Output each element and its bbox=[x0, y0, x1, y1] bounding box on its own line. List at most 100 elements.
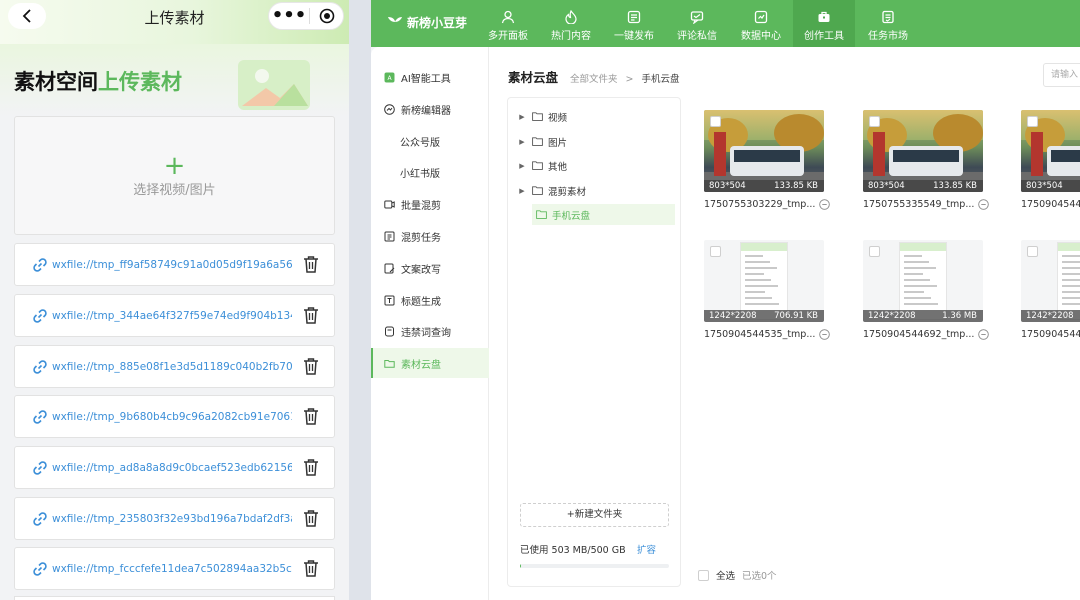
nav-item-1[interactable]: 多开面板 bbox=[477, 0, 539, 47]
trash-icon[interactable] bbox=[302, 255, 320, 274]
screenshot-line bbox=[1062, 297, 1080, 299]
trash-icon[interactable] bbox=[302, 559, 320, 578]
file-name: 1750755303229_tmp... bbox=[704, 199, 816, 210]
nav-item-5[interactable]: 数据中心 bbox=[730, 0, 792, 47]
trash-icon[interactable] bbox=[302, 509, 320, 528]
sidebar-item-ai-tools[interactable]: A AI智能工具 bbox=[371, 62, 489, 92]
nav-item-label: 一键发布 bbox=[614, 31, 654, 42]
tree-item[interactable]: ▶ 其他 bbox=[516, 155, 673, 176]
nav-item-4[interactable]: 评论私信 bbox=[666, 0, 728, 47]
tree-item[interactable]: ▶ 混剪素材 bbox=[516, 180, 673, 201]
app-logo[interactable]: 新榜小豆芽 bbox=[387, 14, 467, 31]
folder-tree: ▶ 视频 ▶ 图片 ▶ 其他 ▶ 混剪素材 手机云盘 +新建文件夹 已使用 503 MB/500… bbox=[507, 97, 681, 587]
file-thumbnail[interactable]: 1242*2208 1.36 MB bbox=[863, 240, 983, 322]
file-size: 133.85 KB bbox=[933, 181, 977, 191]
miniprogram-panel: 上传素材 ••• 素材空间上传素材 + 选择视频/图片 wxfile://tmp… bbox=[0, 0, 349, 600]
file-checkbox[interactable] bbox=[869, 116, 880, 127]
caret-right-icon[interactable]: ▶ bbox=[516, 187, 528, 195]
select-all-checkbox[interactable] bbox=[698, 569, 709, 581]
sidebar-item-title-generate[interactable]: 标题生成 bbox=[371, 285, 489, 315]
screenshot-line bbox=[904, 285, 937, 287]
nav-item-6[interactable]: 创作工具 bbox=[793, 0, 855, 47]
trash-icon[interactable] bbox=[302, 458, 320, 477]
sidebar-item-mix-tasks[interactable]: 混剪任务 bbox=[371, 221, 489, 251]
caret-right-icon[interactable]: ▶ bbox=[516, 162, 528, 170]
nav-item-label: 热门内容 bbox=[551, 31, 591, 42]
tree-item[interactable]: ▶ 图片 bbox=[516, 131, 673, 152]
file-checkbox[interactable] bbox=[869, 246, 880, 257]
new-folder-button[interactable]: +新建文件夹 bbox=[520, 503, 669, 527]
sidebar: A AI智能工具 新榜编辑器 公众号版小红书版批量混剪 混剪任务 文案改写 标题生成 违禁词查… bbox=[371, 47, 489, 600]
page-title: 素材云盘 bbox=[508, 70, 559, 85]
breadcrumb: 素材云盘 全部文件夹 > 手机云盘 bbox=[508, 67, 680, 86]
sidebar-item-editor[interactable]: 新榜编辑器 bbox=[371, 94, 489, 124]
nav-item-3[interactable]: 一键发布 bbox=[603, 0, 665, 47]
close-miniprogram-button[interactable] bbox=[310, 8, 343, 24]
file-thumbnail[interactable]: 1242*2208 bbox=[1021, 240, 1080, 322]
trash-icon[interactable] bbox=[302, 357, 320, 376]
more-icon[interactable] bbox=[978, 199, 990, 210]
breadcrumb-root-link[interactable]: 全部文件夹 bbox=[570, 71, 618, 85]
folder-icon bbox=[536, 210, 547, 219]
tree-item-label: 混剪素材 bbox=[548, 186, 587, 198]
screenshot-line bbox=[1062, 261, 1080, 263]
upload-label: 选择视频/图片 bbox=[133, 183, 216, 198]
caret-right-icon[interactable]: ▶ bbox=[516, 138, 528, 146]
select-all-label: 全选 bbox=[716, 571, 736, 582]
file-checkbox[interactable] bbox=[1027, 246, 1038, 257]
more-icon[interactable] bbox=[978, 329, 990, 340]
tree-item-label: 其他 bbox=[548, 161, 568, 173]
nav-item-label: 多开面板 bbox=[488, 31, 528, 42]
link-icon bbox=[33, 409, 47, 424]
nav-item-7[interactable]: 任务市场 bbox=[857, 0, 919, 47]
tree-item-selected[interactable]: 手机云盘 bbox=[532, 204, 675, 225]
file-thumbnail[interactable]: 1242*2208 706.91 KB bbox=[704, 240, 824, 322]
more-icon[interactable] bbox=[819, 329, 831, 340]
more-button[interactable]: ••• bbox=[269, 3, 309, 29]
screenshot-line bbox=[904, 273, 923, 275]
file-row: wxfile://tmp_ad8a8a8d9c0bcaef523edb62156… bbox=[14, 446, 335, 489]
nav-item-label: 数据中心 bbox=[741, 31, 781, 42]
screenshot-line bbox=[904, 291, 924, 293]
sidebar-item-batch-mix[interactable]: 批量混剪 bbox=[371, 189, 489, 219]
page-title-accent: 上传素材 bbox=[98, 70, 182, 94]
sidebar-item-forbidden-words[interactable]: 违禁词查询 bbox=[371, 316, 489, 346]
sidebar-item-label: 小红书版 bbox=[400, 168, 440, 180]
file-row: wxfile://tmp_235803f32e93bd196a7bdaf2df3… bbox=[14, 497, 335, 540]
file-name-row: 1750904544 bbox=[1021, 329, 1080, 340]
sidebar-item-copy-rewrite[interactable]: 文案改写 bbox=[371, 253, 489, 283]
caret-right-icon[interactable]: ▶ bbox=[516, 113, 528, 121]
more-icon[interactable] bbox=[819, 199, 831, 210]
file-thumbnail[interactable]: 803*504 133.85 KB bbox=[863, 110, 983, 192]
nav-item-label: 创作工具 bbox=[804, 31, 844, 42]
sidebar-item-xiaohongshu-version[interactable]: 小红书版 bbox=[371, 157, 489, 187]
sidebar-item-material-cloud[interactable]: 素材云盘 bbox=[371, 348, 489, 378]
nav-item-2[interactable]: 热门内容 bbox=[540, 0, 602, 47]
screenshot-header bbox=[900, 243, 946, 251]
file-thumbnail[interactable]: 803*504 133.85 KB bbox=[704, 110, 824, 192]
upload-picker[interactable]: + 选择视频/图片 bbox=[14, 116, 335, 235]
file-size: 133.85 KB bbox=[774, 181, 818, 191]
folder-icon bbox=[532, 161, 543, 170]
photo-bus-win bbox=[1051, 150, 1080, 162]
select-all[interactable]: 全选 已选0个 bbox=[698, 568, 777, 582]
file-checkbox[interactable] bbox=[1027, 116, 1038, 127]
file-url: wxfile://tmp_344ae64f327f59e74ed9f904b13… bbox=[52, 309, 292, 322]
sidebar-item-wechat-version[interactable]: 公众号版 bbox=[371, 126, 489, 156]
file-checkbox[interactable] bbox=[710, 116, 721, 127]
file-size: 1.36 MB bbox=[942, 311, 977, 321]
ai-icon: A bbox=[384, 72, 395, 82]
expand-storage-link[interactable]: 扩容 bbox=[637, 542, 656, 556]
file-dimensions: 1242*2208 bbox=[868, 311, 916, 321]
file-thumbnail[interactable]: 803*504 bbox=[1021, 110, 1080, 192]
file-checkbox[interactable] bbox=[710, 246, 721, 257]
trash-icon[interactable] bbox=[302, 407, 320, 426]
screenshot-line bbox=[745, 291, 765, 293]
file-url: wxfile://tmp_235803f32e93bd196a7bdaf2df3… bbox=[52, 512, 292, 525]
file-size: 706.91 KB bbox=[774, 311, 818, 321]
title-icon bbox=[384, 295, 395, 305]
trash-icon[interactable] bbox=[302, 306, 320, 325]
file-url: wxfile://tmp_fcccfefe11dea7c502894aa32b5… bbox=[52, 562, 292, 575]
search-input[interactable]: 请输入 bbox=[1043, 63, 1080, 87]
tree-item[interactable]: ▶ 视频 bbox=[516, 106, 673, 127]
